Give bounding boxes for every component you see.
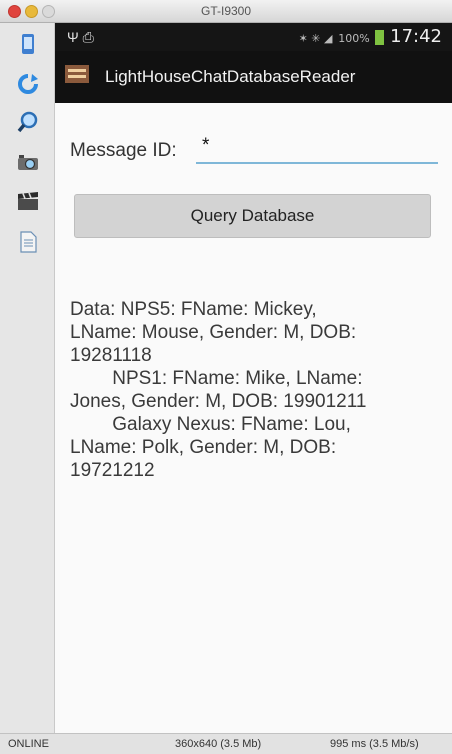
tool-strip — [0, 23, 55, 733]
notification-icons: Ψ ⎙ — [67, 29, 94, 45]
emulator-status-bar: ONLINE 360x640 (3.5 Mb) 995 ms (3.5 Mb/s… — [0, 733, 452, 754]
app-icon — [65, 65, 89, 83]
query-result-text: Data: NPS5: FName: Mickey, LName: Mouse,… — [70, 299, 367, 481]
action-bar: LightHouseChatDatabaseReader — [55, 51, 452, 103]
battery-percent: 100% — [338, 32, 370, 45]
frame-timing: 995 ms (3.5 Mb/s) — [330, 738, 419, 750]
battery-icon — [375, 29, 385, 45]
zoom-icon[interactable] — [17, 111, 39, 133]
signal-icons: ✶ ✳ ◢ — [298, 32, 333, 45]
document-icon[interactable] — [17, 231, 39, 253]
clock: 17:42 — [390, 26, 442, 47]
connection-status: ONLINE — [8, 738, 49, 750]
screen-resolution: 360x640 (3.5 Mb) — [175, 738, 262, 750]
query-database-button[interactable]: Query Database — [74, 194, 431, 238]
window-titlebar: GT-I9300 — [0, 0, 452, 23]
clapper-icon[interactable] — [17, 190, 39, 212]
android-status-bar: Ψ ⎙ ✶ ✳ ◢ 100% 17:42 — [55, 23, 452, 51]
message-id-input[interactable] — [196, 130, 438, 164]
device-screen: Ψ ⎙ ✶ ✳ ◢ 100% 17:42 LightHouseChatDatab… — [55, 23, 452, 733]
status-right: ✶ ✳ ◢ 100% 17:42 — [299, 26, 442, 47]
phone-icon[interactable] — [17, 33, 39, 55]
camera-icon[interactable] — [17, 151, 39, 173]
rotate-icon[interactable] — [17, 73, 39, 95]
app-title: LightHouseChatDatabaseReader — [105, 67, 356, 86]
message-id-label: Message ID: — [70, 140, 177, 161]
window-title: GT-I9300 — [200, 4, 252, 18]
